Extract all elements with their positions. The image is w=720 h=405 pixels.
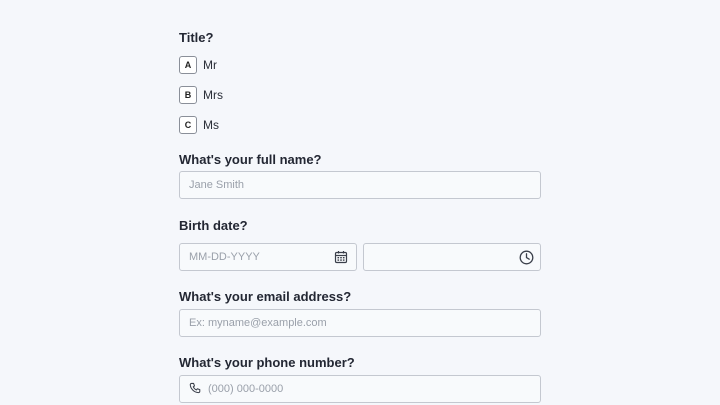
phone-input[interactable] — [203, 383, 540, 395]
birth-date-field[interactable] — [179, 243, 357, 271]
option-label-ms: Ms — [203, 118, 219, 132]
phone-field[interactable] — [179, 375, 541, 403]
full-name-label: What's your full name? — [179, 152, 322, 167]
option-key-b: B — [179, 86, 197, 104]
option-label-mrs: Mrs — [203, 88, 223, 102]
birth-date-input[interactable] — [180, 251, 333, 263]
birth-time-field[interactable] — [363, 243, 541, 271]
birth-date-label: Birth date? — [179, 218, 248, 233]
title-option-mrs[interactable]: B Mrs — [179, 85, 223, 105]
phone-label: What's your phone number? — [179, 355, 355, 370]
calendar-icon[interactable] — [333, 249, 349, 265]
email-field[interactable] — [179, 309, 541, 337]
birth-time-input[interactable] — [364, 251, 518, 263]
email-label: What's your email address? — [179, 289, 352, 304]
option-key-c: C — [179, 116, 197, 134]
full-name-input[interactable] — [180, 179, 540, 191]
option-key-a: A — [179, 56, 197, 74]
title-question-label: Title? — [179, 30, 214, 45]
title-option-ms[interactable]: C Ms — [179, 115, 219, 135]
option-label-mr: Mr — [203, 58, 217, 72]
title-option-mr[interactable]: A Mr — [179, 55, 217, 75]
full-name-field[interactable] — [179, 171, 541, 199]
clock-icon[interactable] — [518, 249, 534, 265]
phone-icon — [187, 381, 203, 397]
email-input[interactable] — [180, 317, 540, 329]
